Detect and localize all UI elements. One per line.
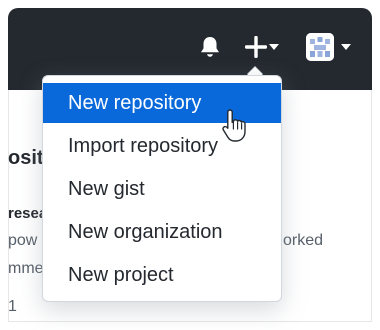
count-fragment: 1 [8,298,17,315]
page-heading-fragment: osit [8,147,44,169]
menu-item-new-gist[interactable]: New gist [43,169,281,209]
menu-item-label: New organization [68,221,223,243]
menu-item-new-project[interactable]: New project [43,255,281,295]
plus-icon[interactable] [243,34,269,60]
menu-item-label: Import repository [68,135,219,157]
avatar-identicon-icon [306,33,334,61]
chevron-down-icon[interactable] [340,43,352,51]
menu-item-new-organization[interactable]: New organization [43,212,281,252]
dropdown-caret [247,67,263,75]
menu-item-label: New project [68,264,174,286]
menu-item-label: New gist [68,178,145,200]
chevron-down-icon[interactable] [268,43,280,51]
repo-description-fragment: orked [283,232,324,249]
repo-description-fragment: pow [8,232,38,249]
app-frame: osit resea pow orked mme 1 New repositor… [0,0,380,330]
hand-cursor-icon [222,109,246,142]
repo-line-fragment: mme [8,260,44,277]
bell-icon[interactable] [197,34,223,60]
avatar[interactable] [306,33,334,61]
menu-item-label: New repository [68,92,202,114]
